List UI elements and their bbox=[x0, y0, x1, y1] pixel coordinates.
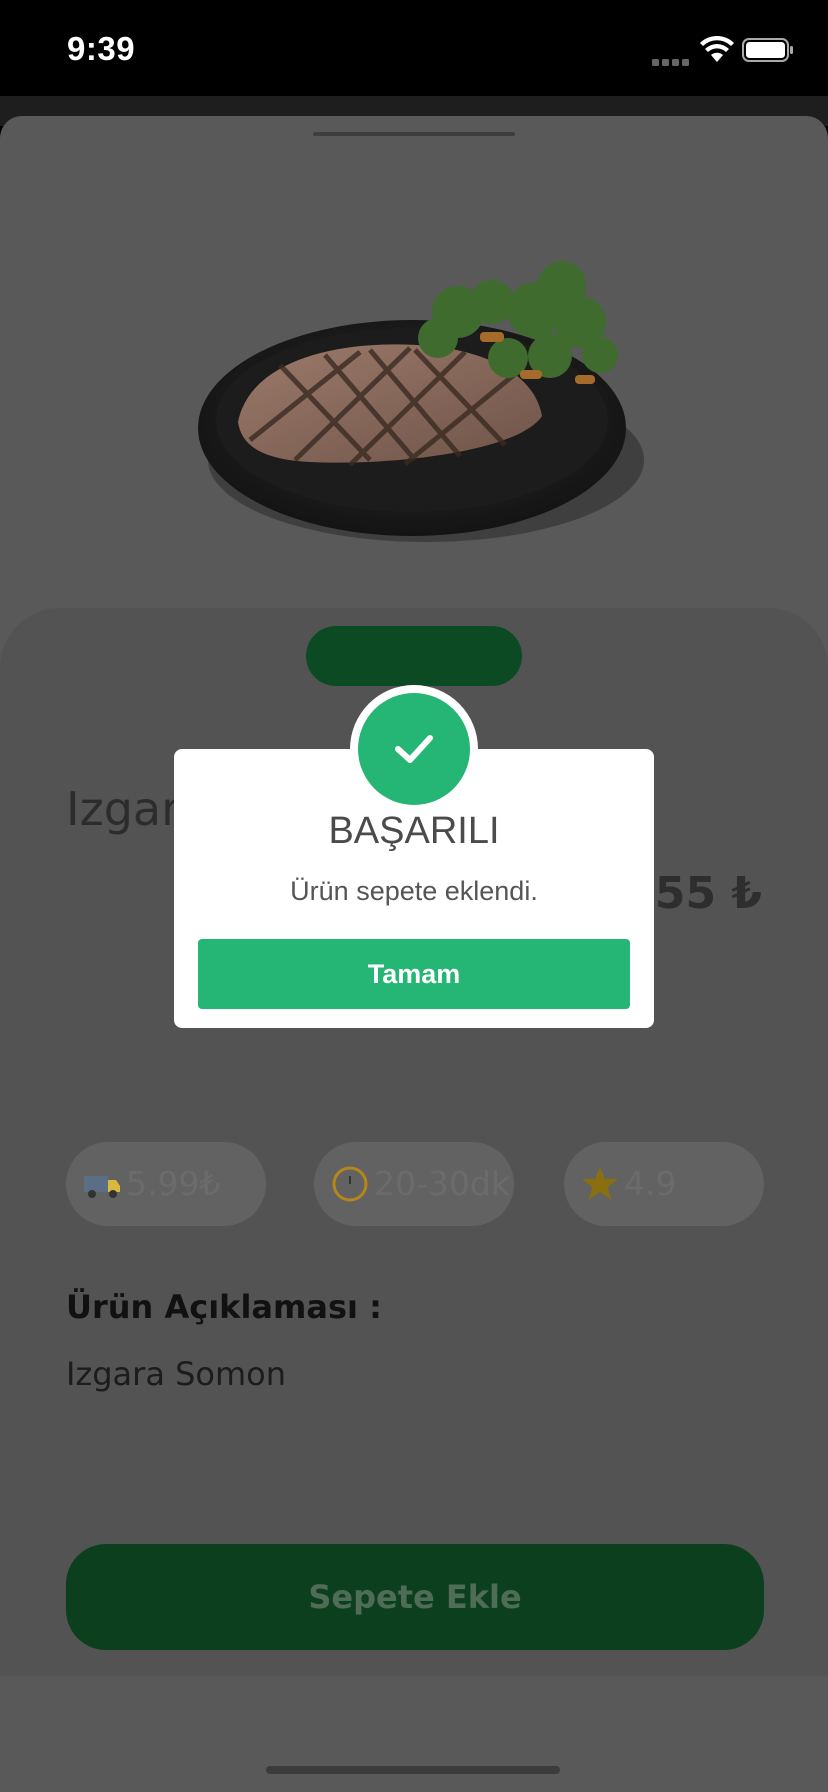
description-heading: Ürün Açıklaması : bbox=[66, 1288, 382, 1326]
sheet-grabber[interactable] bbox=[313, 132, 515, 136]
checkmark-icon bbox=[395, 735, 433, 763]
battery-icon bbox=[742, 38, 793, 62]
grilled-salmon-image bbox=[198, 261, 644, 542]
clock-icon bbox=[332, 1166, 368, 1202]
dialog-title: BAŞARILI bbox=[328, 810, 500, 852]
segment-pill[interactable] bbox=[306, 626, 522, 686]
status-time: 9:39 bbox=[67, 30, 136, 67]
home-indicator bbox=[266, 1766, 560, 1774]
delivery-truck-icon bbox=[84, 1176, 120, 1198]
ok-button[interactable]: Tamam bbox=[198, 939, 630, 1009]
add-to-cart-button[interactable]: Sepete Ekle bbox=[66, 1544, 764, 1650]
delivery-fee-chip: 5.99₺ bbox=[66, 1142, 266, 1226]
rating-text: 4.9 bbox=[624, 1164, 677, 1203]
delivery-time-chip: 20-30dk bbox=[314, 1142, 514, 1226]
dialog-message: Ürün sepete eklendi. bbox=[290, 876, 538, 906]
wifi-icon bbox=[700, 36, 734, 62]
cellular-signal-icon bbox=[652, 53, 692, 66]
delivery-fee-text: 5.99₺ bbox=[126, 1164, 221, 1203]
status-bar: 9:39 bbox=[0, 0, 828, 96]
rating-chip: 4.9 bbox=[564, 1142, 764, 1226]
description-text: Izgara Somon bbox=[66, 1355, 287, 1393]
success-badge bbox=[350, 685, 478, 813]
delivery-time-text: 20-30dk bbox=[374, 1164, 510, 1203]
star-icon bbox=[582, 1167, 618, 1200]
